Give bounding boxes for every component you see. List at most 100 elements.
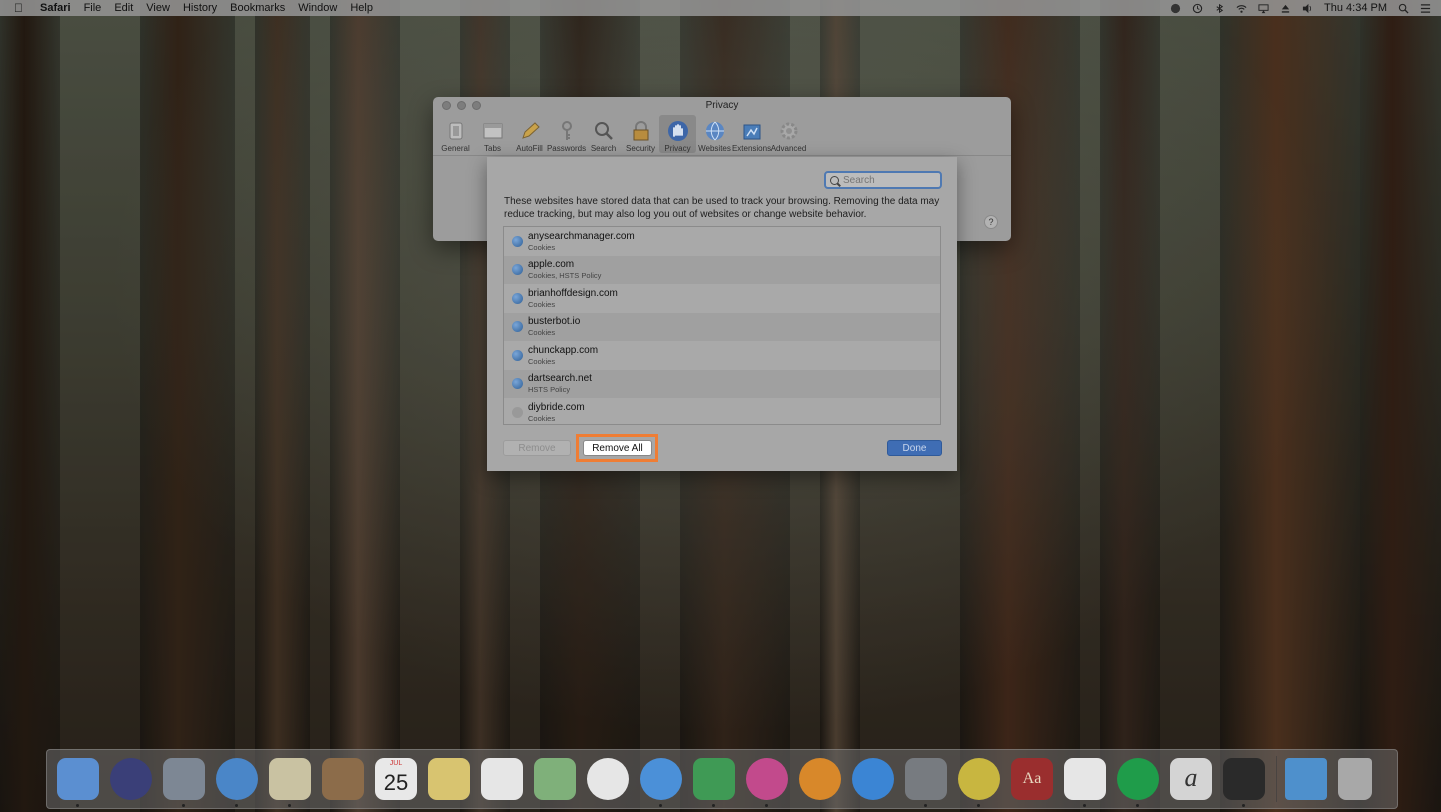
list-item[interactable]: diybride.com Cookies xyxy=(504,398,940,424)
tab-security[interactable]: Security xyxy=(622,115,659,153)
ibooks-icon[interactable] xyxy=(799,758,841,800)
site-name: busterbot.io xyxy=(528,316,581,328)
app-store-icon[interactable] xyxy=(852,758,894,800)
calendar-icon[interactable]: JUL 25 xyxy=(375,758,417,800)
photos-icon[interactable] xyxy=(587,758,629,800)
minimize-window-button[interactable] xyxy=(457,101,466,110)
running-indicator xyxy=(288,804,291,807)
running-indicator xyxy=(76,804,79,807)
globe-icon xyxy=(705,121,724,141)
menu-history[interactable]: History xyxy=(183,2,217,14)
tab-passwords[interactable]: Passwords xyxy=(547,115,586,153)
launchpad-icon[interactable] xyxy=(163,758,205,807)
list-item[interactable]: brianhoffdesign.com Cookies xyxy=(504,284,940,313)
tab-advanced[interactable]: Advanced xyxy=(770,115,807,153)
menu-window[interactable]: Window xyxy=(298,2,337,14)
messages-icon[interactable] xyxy=(640,758,682,807)
maps-icon[interactable] xyxy=(534,758,576,800)
list-item[interactable]: anysearchmanager.com Cookies xyxy=(504,227,940,256)
tab-tabs[interactable]: Tabs xyxy=(474,115,511,153)
chrome-icon[interactable] xyxy=(958,758,1000,807)
mail-icon[interactable] xyxy=(269,758,311,807)
running-indicator xyxy=(977,804,980,807)
running-indicator xyxy=(765,804,768,807)
menu-clock[interactable]: Thu 4:34 PM xyxy=(1324,2,1387,14)
globe-icon xyxy=(512,321,523,333)
globe-icon xyxy=(512,349,523,361)
list-item[interactable]: busterbot.io Cookies xyxy=(504,312,940,341)
menu-app-name[interactable]: Safari xyxy=(40,2,71,14)
site-name: brianhoffdesign.com xyxy=(528,287,618,299)
remove-all-button[interactable]: Remove All xyxy=(583,440,652,456)
spotlight-icon[interactable] xyxy=(1398,3,1409,14)
folder-icon[interactable] xyxy=(1285,758,1327,800)
search-field[interactable] xyxy=(824,171,942,189)
menu-view[interactable]: View xyxy=(146,2,170,14)
dock-separator xyxy=(1276,756,1277,802)
remove-button[interactable]: Remove xyxy=(503,440,571,456)
trash-icon[interactable] xyxy=(1338,758,1372,800)
reminders-icon[interactable] xyxy=(481,758,523,800)
tab-websites[interactable]: Websites xyxy=(696,115,733,153)
running-indicator xyxy=(1136,804,1139,807)
system-preferences-icon[interactable] xyxy=(905,758,947,807)
zoom-window-button[interactable] xyxy=(472,101,481,110)
running-indicator xyxy=(1242,804,1245,807)
done-button[interactable]: Done xyxy=(887,440,942,456)
tab-autofill[interactable]: AutoFill xyxy=(511,115,548,153)
notes-icon[interactable] xyxy=(428,758,470,800)
site-name: diybride.com xyxy=(528,401,585,413)
safari-icon[interactable] xyxy=(216,758,258,807)
site-name: apple.com xyxy=(528,259,575,271)
help-button[interactable]: ? xyxy=(984,215,998,229)
spotify-icon[interactable] xyxy=(1117,758,1159,807)
running-indicator xyxy=(924,804,927,807)
volume-icon[interactable] xyxy=(1302,3,1313,14)
facetime-icon[interactable] xyxy=(693,758,735,807)
status-app-icon[interactable] xyxy=(1170,3,1181,14)
notification-center-icon[interactable] xyxy=(1420,3,1431,14)
tab-search[interactable]: Search xyxy=(585,115,622,153)
tab-general[interactable]: General xyxy=(437,115,474,153)
site-data-kind: Cookies, HSTS Policy xyxy=(528,271,602,281)
running-indicator xyxy=(1083,804,1086,807)
signature-icon[interactable]: a xyxy=(1170,758,1212,800)
apple-menu-icon[interactable]:  xyxy=(14,1,30,15)
window-titlebar[interactable]: Privacy xyxy=(433,97,1011,115)
search-input[interactable] xyxy=(843,174,933,186)
eject-icon[interactable] xyxy=(1280,3,1291,14)
running-indicator xyxy=(659,804,662,807)
menu-bookmarks[interactable]: Bookmarks xyxy=(230,2,285,14)
siri-icon[interactable] xyxy=(110,758,152,800)
list-item[interactable]: apple.com Cookies, HSTS Policy xyxy=(504,255,940,284)
itunes-icon[interactable] xyxy=(746,758,788,807)
status-clock-icon[interactable] xyxy=(1192,3,1203,14)
airplay-icon[interactable] xyxy=(1258,3,1269,14)
slack-icon[interactable] xyxy=(1064,758,1106,807)
close-window-button[interactable] xyxy=(442,101,451,110)
magnifier-icon xyxy=(594,122,613,140)
wifi-icon[interactable] xyxy=(1236,3,1247,14)
tab-privacy[interactable]: Privacy xyxy=(659,115,696,153)
site-name: anysearchmanager.com xyxy=(528,230,635,242)
tabs-icon xyxy=(483,123,502,139)
globe-icon xyxy=(512,235,523,247)
menu-help[interactable]: Help xyxy=(350,2,373,14)
list-item[interactable]: chunckapp.com Cookies xyxy=(504,341,940,370)
menu-file[interactable]: File xyxy=(84,2,102,14)
activity-monitor-icon[interactable] xyxy=(1223,758,1265,807)
dictionary-icon[interactable]: Aa xyxy=(1011,758,1053,800)
list-item[interactable]: dartsearch.net HSTS Policy xyxy=(504,369,940,398)
calendar-day: 25 xyxy=(383,770,409,795)
switch-icon xyxy=(449,122,462,140)
contacts-icon[interactable] xyxy=(322,758,364,800)
pencil-icon xyxy=(521,122,540,139)
globe-icon xyxy=(512,378,523,390)
menu-edit[interactable]: Edit xyxy=(114,2,133,14)
tab-extensions[interactable]: Extensions xyxy=(732,115,771,153)
site-name: chunckapp.com xyxy=(528,344,599,356)
status-bluetooth-icon[interactable] xyxy=(1214,3,1225,14)
website-data-list[interactable]: anysearchmanager.com Cookies apple.com Coo… xyxy=(503,226,941,425)
finder-icon[interactable] xyxy=(57,758,99,807)
key-icon xyxy=(561,121,572,140)
